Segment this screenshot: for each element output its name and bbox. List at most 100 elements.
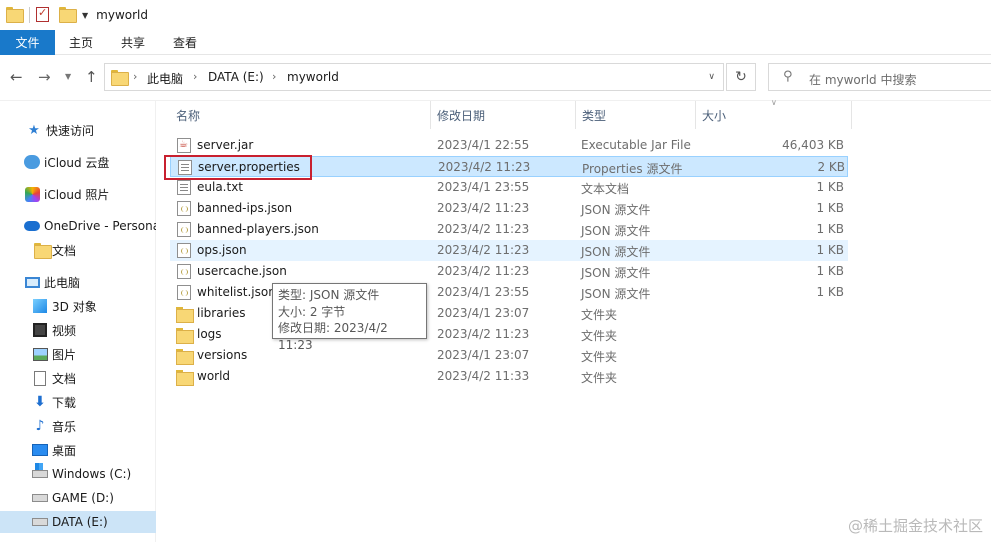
folder-row-world[interactable]: world 2023/4/2 11:33 文件夹 — [170, 366, 848, 387]
sidebar-item-label: 下载 — [52, 395, 77, 410]
drive-icon — [32, 514, 48, 530]
forward-arrow-icon[interactable]: → — [38, 68, 51, 86]
properties-check-icon[interactable] — [36, 6, 52, 23]
file-row-eula-txt[interactable]: eula.txt 2023/4/1 23:55 文本文档 1 KB — [170, 177, 848, 198]
cloud-icon — [24, 154, 40, 170]
file-type: JSON 源文件 — [581, 203, 651, 217]
file-name: versions — [197, 348, 248, 362]
drive-icon — [32, 490, 48, 506]
breadcrumb-data-drive[interactable]: DATA (E:) — [208, 70, 264, 84]
file-size: 1 KB — [816, 264, 844, 278]
sidebar-item-pictures[interactable]: 图片 — [0, 343, 156, 365]
folder-icon — [176, 370, 194, 386]
sidebar-item-windows-c[interactable]: Windows (C:) — [0, 463, 156, 485]
sidebar-item-label: 此电脑 — [44, 275, 81, 290]
file-row-banned-ips[interactable]: banned-ips.json 2023/4/2 11:23 JSON 源文件 … — [170, 198, 848, 219]
file-name: eula.txt — [197, 180, 244, 194]
file-name: logs — [197, 327, 222, 341]
column-header-date[interactable]: 修改日期 — [431, 101, 576, 129]
sidebar-item-music[interactable]: ♪ 音乐 — [0, 415, 156, 437]
folder-icon — [176, 349, 194, 365]
breadcrumb-myworld[interactable]: myworld — [287, 70, 339, 84]
cube-icon — [32, 298, 48, 314]
folder-icon — [176, 328, 194, 344]
sidebar-item-label: DATA (E:) — [52, 515, 108, 529]
up-arrow-icon[interactable]: ↑ — [85, 68, 98, 86]
file-date: 2023/4/2 11:23 — [437, 243, 530, 257]
file-name: usercache.json — [197, 264, 287, 278]
customize-toolbar-chevron-icon[interactable]: ▼ — [82, 11, 88, 20]
folder-row-versions[interactable]: versions 2023/4/1 23:07 文件夹 — [170, 345, 848, 366]
tab-share[interactable]: 共享 — [107, 30, 159, 55]
sidebar-item-data-e[interactable]: DATA (E:) — [0, 511, 156, 533]
column-header-size[interactable]: 大小 — [696, 101, 852, 129]
breadcrumb-separator-icon[interactable]: › — [193, 70, 197, 83]
file-row-server-properties[interactable]: server.properties 2023/4/2 11:23 Propert… — [170, 156, 848, 177]
breadcrumb-this-pc[interactable]: 此电脑 — [147, 70, 183, 87]
file-row-banned-players[interactable]: banned-players.json 2023/4/2 11:23 JSON … — [170, 219, 848, 240]
sidebar-item-label: 视频 — [52, 323, 77, 338]
sidebar-item-icloud-photos[interactable]: iCloud 照片 — [0, 183, 156, 205]
tab-view[interactable]: 查看 — [159, 30, 211, 55]
file-date: 2023/4/2 11:23 — [437, 201, 530, 215]
sidebar-item-documents[interactable]: 文档 — [0, 367, 156, 389]
column-headers: ∨ 名称 修改日期 类型 大小 — [157, 98, 991, 129]
sidebar-item-downloads[interactable]: ⬇ 下载 — [0, 391, 156, 413]
address-bar[interactable]: › 此电脑 › DATA (E:) › myworld ∨ — [104, 63, 724, 91]
sidebar-item-label: 桌面 — [52, 443, 77, 458]
breadcrumb-separator-icon[interactable]: › — [272, 70, 276, 83]
onedrive-icon — [24, 218, 40, 234]
file-name: world — [197, 369, 231, 383]
windows-drive-icon — [32, 463, 48, 482]
file-name: ops.json — [197, 243, 247, 257]
file-type: JSON 源文件 — [581, 245, 651, 259]
tooltip-size: 大小: 2 字节 — [278, 304, 346, 319]
column-header-name[interactable]: 名称 — [170, 101, 431, 129]
window-title: myworld — [96, 8, 148, 22]
recent-locations-chevron-icon[interactable]: ▼ — [65, 72, 71, 81]
file-row-ops-json[interactable]: ops.json 2023/4/2 11:23 JSON 源文件 1 KB — [170, 240, 848, 261]
tab-home[interactable]: 主页 — [55, 30, 107, 55]
search-input[interactable]: ⚲ 在 myworld 中搜索 — [768, 63, 991, 91]
address-history-chevron-icon[interactable]: ∨ — [708, 72, 715, 82]
file-name: server.jar — [197, 138, 254, 152]
breadcrumb-separator-icon[interactable]: › — [133, 70, 137, 83]
file-name: libraries — [197, 306, 246, 320]
column-header-type[interactable]: 类型 — [576, 101, 696, 129]
file-date: 2023/4/2 11:23 — [438, 160, 531, 174]
sidebar-item-videos[interactable]: 视频 — [0, 319, 156, 341]
title-bar: ▼ myworld — [0, 0, 991, 30]
sidebar-item-onedrive[interactable]: OneDrive - Persona — [0, 215, 156, 237]
file-name: whitelist.json — [197, 285, 276, 299]
sidebar-item-label: iCloud 云盘 — [44, 155, 110, 170]
file-date: 2023/4/2 11:33 — [437, 369, 530, 383]
file-name: server.properties — [198, 160, 300, 174]
sidebar-item-label: 3D 对象 — [52, 299, 97, 314]
file-row-usercache[interactable]: usercache.json 2023/4/2 11:23 JSON 源文件 1… — [170, 261, 848, 282]
sidebar-item-desktop[interactable]: 桌面 — [0, 439, 156, 461]
sidebar-item-icloud-drive[interactable]: iCloud 云盘 — [0, 151, 156, 173]
picture-icon — [32, 346, 48, 362]
json-file-icon — [177, 201, 191, 216]
sidebar-item-quick-access[interactable]: ★ 快速访问 — [0, 119, 156, 141]
file-name: banned-ips.json — [197, 201, 293, 215]
file-size: 1 KB — [816, 201, 844, 215]
file-date: 2023/4/2 11:23 — [437, 222, 530, 236]
file-date: 2023/4/1 23:07 — [437, 306, 530, 320]
tab-file[interactable]: 文件 — [0, 30, 55, 55]
back-arrow-icon[interactable]: ← — [10, 68, 23, 86]
separator — [29, 7, 30, 23]
sidebar-item-onedrive-documents[interactable]: 文档 — [0, 239, 156, 261]
sidebar-item-label: 图片 — [52, 347, 77, 362]
refresh-icon[interactable]: ↻ — [726, 63, 756, 91]
text-file-icon — [177, 180, 191, 195]
sidebar-item-game-d[interactable]: GAME (D:) — [0, 487, 156, 509]
sidebar-item-3d-objects[interactable]: 3D 对象 — [0, 295, 156, 317]
sidebar-item-label: 文档 — [52, 243, 77, 258]
file-row-server-jar[interactable]: server.jar 2023/4/1 22:55 Executable Jar… — [170, 135, 848, 156]
file-date: 2023/4/2 11:23 — [437, 327, 530, 341]
new-folder-icon[interactable] — [59, 7, 77, 23]
file-size: 2 KB — [817, 160, 845, 174]
sidebar-item-this-pc[interactable]: 此电脑 — [0, 271, 156, 293]
star-icon: ★ — [28, 122, 40, 138]
